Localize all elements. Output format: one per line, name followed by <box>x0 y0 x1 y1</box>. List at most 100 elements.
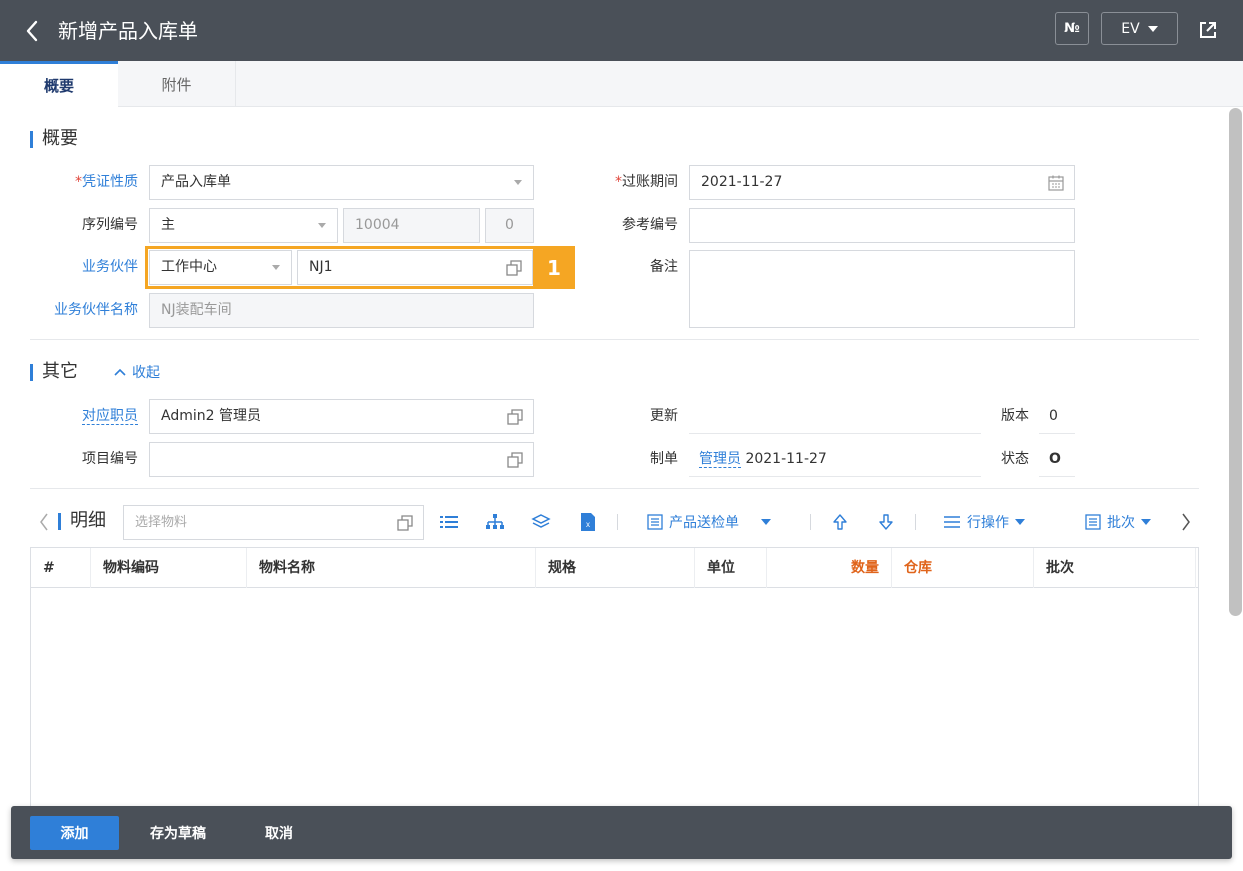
chevron-down-icon <box>318 223 326 228</box>
serial-suffix-input: 0 <box>485 208 534 243</box>
column-header-spec[interactable]: 规格 <box>536 548 695 588</box>
inspection-dropdown[interactable]: 产品送检单 <box>647 509 797 535</box>
partner-name-label: 业务伙伴名称 <box>54 302 138 318</box>
scroll-right-icon[interactable] <box>1178 509 1194 535</box>
column-header-unit[interactable]: 单位 <box>695 548 767 588</box>
highlight-box <box>145 246 575 289</box>
form-icon <box>1085 514 1101 530</box>
excel-icon[interactable]: x <box>578 509 598 535</box>
detail-section-title: 明细 <box>58 509 106 533</box>
scroll-left-icon[interactable] <box>36 509 52 535</box>
ev-label: EV <box>1121 20 1140 37</box>
copy-icon[interactable] <box>396 514 414 532</box>
toolbar-separator <box>810 514 811 530</box>
employee-value: Admin2 管理员 <box>161 408 261 424</box>
share-icon[interactable] <box>1196 17 1220 43</box>
column-header-quantity[interactable]: 数量 <box>767 548 892 588</box>
number-button[interactable]: № <box>1055 12 1089 45</box>
move-up-icon[interactable] <box>830 509 850 535</box>
hierarchy-icon[interactable] <box>484 509 506 535</box>
other-section-title: 其它 <box>30 360 78 384</box>
partner-name-input: NJ装配车间 <box>149 293 534 328</box>
collapse-label: 收起 <box>132 365 160 381</box>
remark-textarea[interactable] <box>689 250 1075 328</box>
app-header: 新增产品入库单 № EV <box>0 0 1243 61</box>
row-operations-dropdown[interactable]: 行操作 <box>943 509 1039 535</box>
action-footer: 添加 存为草稿 取消 <box>11 806 1232 859</box>
serial-type-value: 主 <box>161 217 175 233</box>
copy-icon[interactable] <box>506 451 524 469</box>
list-icon[interactable] <box>438 509 460 535</box>
chevron-up-icon <box>114 368 126 376</box>
caret-down-icon <box>1141 519 1151 525</box>
posting-period-date-input[interactable]: 2021-11-27 <box>689 165 1075 200</box>
menu-icon <box>944 516 960 528</box>
voucher-type-label: *凭证性质 <box>75 174 138 190</box>
save-draft-button[interactable]: 存为草稿 <box>135 816 221 850</box>
back-arrow-icon[interactable] <box>20 17 44 45</box>
update-value <box>689 399 981 434</box>
caret-down-icon <box>1147 25 1158 32</box>
tab-attachments[interactable]: 附件 <box>118 61 236 107</box>
column-header-batch[interactable]: 批次 <box>1034 548 1196 588</box>
remark-label: 备注 <box>650 259 678 275</box>
summary-section-title: 概要 <box>30 127 78 151</box>
voucher-type-value: 产品入库单 <box>161 174 231 190</box>
employee-label[interactable]: 对应职员 <box>40 399 138 433</box>
section-divider <box>30 488 1199 489</box>
calendar-icon[interactable] <box>1047 174 1065 192</box>
collapse-link[interactable]: 收起 <box>114 362 160 382</box>
form-icon <box>647 514 663 530</box>
serial-label: 序列编号 <box>82 217 138 233</box>
batch-label: 批次 <box>1107 515 1135 531</box>
partner-label: 业务伙伴 <box>82 259 138 275</box>
status-value: O <box>1039 442 1075 477</box>
move-down-icon[interactable] <box>876 509 896 535</box>
batch-dropdown[interactable]: 批次 <box>1085 509 1163 535</box>
creator-label: 制单 <box>650 451 678 467</box>
caret-down-icon <box>1015 519 1025 525</box>
creator-date: 2021-11-27 <box>745 451 827 467</box>
project-input[interactable] <box>149 442 534 477</box>
table-header: # 物料编码 物料名称 规格 单位 数量 仓库 批次 <box>31 548 1198 588</box>
cancel-button[interactable]: 取消 <box>251 816 307 850</box>
toolbar-separator <box>617 514 618 530</box>
svg-text:x: x <box>586 520 590 529</box>
serial-number-input: 10004 <box>343 208 480 243</box>
column-header-warehouse[interactable]: 仓库 <box>892 548 1034 588</box>
reference-no-label: 参考编号 <box>622 217 678 233</box>
reference-no-input[interactable] <box>689 208 1075 243</box>
status-label: 状态 <box>1001 451 1029 467</box>
tab-bar: 概要 附件 <box>0 61 1243 107</box>
chevron-down-icon <box>514 180 522 185</box>
toolbar-separator <box>915 514 916 530</box>
voucher-type-select[interactable]: 产品入库单 <box>149 165 534 200</box>
material-search-input[interactable]: 选择物料 <box>123 505 424 540</box>
page-title: 新增产品入库单 <box>58 19 198 43</box>
project-label: 项目编号 <box>82 451 138 467</box>
detail-table: # 物料编码 物料名称 规格 单位 数量 仓库 批次 <box>30 547 1199 807</box>
highlight-number-badge: 1 <box>533 246 575 289</box>
caret-down-icon <box>761 519 771 525</box>
creator-value: 管理员 2021-11-27 <box>689 442 981 477</box>
employee-input[interactable]: Admin2 管理员 <box>149 399 534 434</box>
serial-type-select[interactable]: 主 <box>149 208 338 243</box>
copy-icon[interactable] <box>506 408 524 426</box>
version-label: 版本 <box>1001 408 1029 424</box>
posting-period-value: 2021-11-27 <box>701 174 783 190</box>
ev-dropdown-button[interactable]: EV <box>1101 12 1178 45</box>
material-placeholder: 选择物料 <box>135 515 188 530</box>
update-label: 更新 <box>650 408 678 424</box>
inspection-label: 产品送检单 <box>669 515 739 531</box>
scrollbar-thumb[interactable] <box>1229 108 1242 616</box>
column-header-material-name[interactable]: 物料名称 <box>247 548 536 588</box>
column-header-material-code[interactable]: 物料编码 <box>91 548 247 588</box>
posting-period-label: *过账期间 <box>615 174 678 190</box>
row-ops-label: 行操作 <box>967 515 1009 531</box>
add-button[interactable]: 添加 <box>30 816 119 850</box>
version-value: 0 <box>1039 399 1075 434</box>
column-header-index[interactable]: # <box>31 548 91 588</box>
creator-user-link[interactable]: 管理员 <box>699 451 741 468</box>
tab-summary[interactable]: 概要 <box>0 61 118 107</box>
layers-icon[interactable] <box>530 509 552 535</box>
